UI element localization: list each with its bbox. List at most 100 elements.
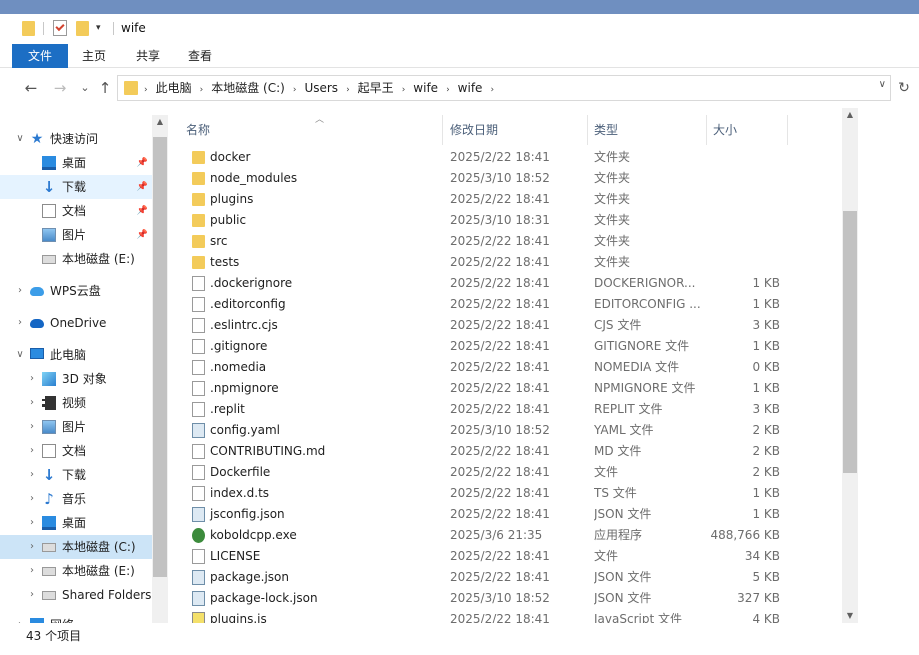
file-row[interactable]: public 2025/3/10 18:31 文件夹 xyxy=(174,210,794,231)
sidebar-item[interactable]: › 3D 对象 xyxy=(0,367,152,391)
file-row[interactable]: package.json 2025/2/22 18:41 JSON 文件 5 KB xyxy=(174,567,794,588)
file-row[interactable]: .eslintrc.cjs 2025/2/22 18:41 CJS 文件 3 KB xyxy=(174,315,794,336)
breadcrumb-item[interactable]: wife xyxy=(458,81,483,95)
back-button[interactable]: ← xyxy=(22,78,40,98)
breadcrumb-separator[interactable]: › xyxy=(402,85,406,95)
column-header-size[interactable]: 大小 xyxy=(707,115,788,145)
file-row[interactable]: plugins.js 2025/2/22 18:41 JavaScript 文件 4 … xyxy=(174,609,794,623)
chevron-right-icon[interactable]: › xyxy=(14,613,26,623)
chevron-right-icon[interactable]: › xyxy=(26,535,38,559)
file-row[interactable]: .dockerignore 2025/2/22 18:41 DOCKERIGNOR.… xyxy=(174,273,794,294)
pin-icon[interactable]: 📌 xyxy=(137,175,148,199)
address-bar[interactable]: › 此电脑 › 本地磁盘 (C:) › Users › 起早王 › wife › wife › ∨ xyxy=(117,75,891,101)
sidebar-item[interactable]: › ↓ 下载 xyxy=(0,463,152,487)
file-row[interactable]: Dockerfile 2025/2/22 18:41 文件 2 KB xyxy=(174,462,794,483)
customize-dropdown-icon[interactable]: ▾ xyxy=(96,23,101,33)
breadcrumb-separator[interactable]: › xyxy=(144,85,148,95)
file-row[interactable]: node_modules 2025/3/10 18:52 文件夹 xyxy=(174,168,794,189)
file-row[interactable]: plugins 2025/2/22 18:41 文件夹 xyxy=(174,189,794,210)
sidebar-item[interactable]: › 本地磁盘 (C:) xyxy=(0,535,152,559)
sidebar-item[interactable]: › OneDrive xyxy=(0,311,152,335)
chevron-right-icon[interactable]: › xyxy=(26,487,38,511)
sidebar-item[interactable]: ∨ ★ 快速访问 xyxy=(0,127,152,151)
sidebar-item[interactable]: › 视频 xyxy=(0,391,152,415)
file-row[interactable]: package-lock.json 2025/3/10 18:52 JSON 文件 3… xyxy=(174,588,794,609)
sidebar-item[interactable]: › 桌面 xyxy=(0,511,152,535)
sidebar-item[interactable]: 桌面 📌 xyxy=(0,151,152,175)
file-row[interactable]: .nomedia 2025/2/22 18:41 NOMEDIA 文件 0 KB xyxy=(174,357,794,378)
file-row[interactable]: .gitignore 2025/2/22 18:41 GITIGNORE 文件 1 K… xyxy=(174,336,794,357)
breadcrumb-separator[interactable]: › xyxy=(293,85,297,95)
new-folder-icon[interactable] xyxy=(76,21,89,36)
breadcrumb-item[interactable]: 本地磁盘 (C:) xyxy=(211,81,285,95)
pin-icon[interactable]: 📌 xyxy=(137,199,148,223)
file-row[interactable]: LICENSE 2025/2/22 18:41 文件 34 KB xyxy=(174,546,794,567)
sidebar-item[interactable]: › WPS云盘 xyxy=(0,279,152,303)
sidebar-item[interactable]: ∨ 此电脑 xyxy=(0,343,152,367)
folder-icon xyxy=(192,151,205,164)
breadcrumb-item[interactable]: Users xyxy=(304,81,338,95)
pin-icon[interactable]: 📌 xyxy=(137,151,148,175)
file-list-scrollbar-thumb[interactable] xyxy=(843,211,857,473)
sidebar-scrollbar-thumb[interactable] xyxy=(153,137,167,577)
file-row[interactable]: .editorconfig 2025/2/22 18:41 EDITORCONFIG… xyxy=(174,294,794,315)
chevron-right-icon[interactable]: › xyxy=(26,367,38,391)
sidebar-item[interactable]: › Shared Folders xyxy=(0,583,152,607)
sidebar-item[interactable]: 图片 📌 xyxy=(0,223,152,247)
file-row[interactable]: tests 2025/2/22 18:41 文件夹 xyxy=(174,252,794,273)
breadcrumb-separator[interactable]: › xyxy=(490,85,494,95)
file-row[interactable]: config.yaml 2025/3/10 18:52 YAML 文件 2 KB xyxy=(174,420,794,441)
chevron-right-icon[interactable]: › xyxy=(26,439,38,463)
sidebar-item[interactable]: › 网络 xyxy=(0,613,152,623)
column-header-date[interactable]: 修改日期 xyxy=(444,115,588,145)
breadcrumb-separator[interactable]: › xyxy=(346,85,350,95)
sidebar-item[interactable]: 本地磁盘 (E:) xyxy=(0,247,152,271)
file-row[interactable]: src 2025/2/22 18:41 文件夹 xyxy=(174,231,794,252)
sidebar-item[interactable]: › 本地磁盘 (E:) xyxy=(0,559,152,583)
sidebar-item[interactable]: ↓ 下载 📌 xyxy=(0,175,152,199)
file-row[interactable]: jsconfig.json 2025/2/22 18:41 JSON 文件 1 KB xyxy=(174,504,794,525)
file-row[interactable]: docker 2025/2/22 18:41 文件夹 xyxy=(174,147,794,168)
up-button[interactable]: ↑ xyxy=(96,78,114,98)
sidebar-item[interactable]: › 图片 xyxy=(0,415,152,439)
tab-view[interactable]: 查看 xyxy=(176,44,224,68)
scroll-up-arrow[interactable]: ▲ xyxy=(842,108,858,122)
breadcrumb-item[interactable]: 起早王 xyxy=(358,81,394,95)
chevron-right-icon[interactable]: › xyxy=(26,583,38,607)
chevron-right-icon[interactable]: › xyxy=(26,511,38,535)
tab-home[interactable]: 主页 xyxy=(70,44,118,68)
file-row[interactable]: .replit 2025/2/22 18:41 REPLIT 文件 3 KB xyxy=(174,399,794,420)
column-header-type[interactable]: 类型 xyxy=(588,115,707,145)
properties-icon[interactable] xyxy=(53,20,67,36)
breadcrumb-separator[interactable]: › xyxy=(446,85,450,95)
tab-file[interactable]: 文件 xyxy=(12,44,68,68)
folder-icon[interactable] xyxy=(22,21,35,36)
file-row[interactable]: index.d.ts 2025/2/22 18:41 TS 文件 1 KB xyxy=(174,483,794,504)
file-row[interactable]: koboldcpp.exe 2025/3/6 21:35 应用程序 488,766 K… xyxy=(174,525,794,546)
sidebar-item[interactable]: › ♪ 音乐 xyxy=(0,487,152,511)
sidebar-item[interactable]: › 文档 xyxy=(0,439,152,463)
chevron-down-icon[interactable]: ∨ xyxy=(14,343,26,367)
file-row[interactable]: CONTRIBUTING.md 2025/2/22 18:41 MD 文件 2 KB xyxy=(174,441,794,462)
chevron-right-icon[interactable]: › xyxy=(26,415,38,439)
breadcrumb-item[interactable]: 此电脑 xyxy=(156,81,192,95)
forward-button[interactable]: → xyxy=(51,78,69,98)
pin-icon[interactable]: 📌 xyxy=(137,223,148,247)
scroll-up-arrow[interactable]: ▲ xyxy=(152,115,168,129)
breadcrumb-separator[interactable]: › xyxy=(200,85,204,95)
chevron-right-icon[interactable]: › xyxy=(26,463,38,487)
chevron-down-icon[interactable]: ∨ xyxy=(14,127,26,151)
refresh-button[interactable]: ↻ xyxy=(893,75,915,101)
breadcrumb-item[interactable]: wife xyxy=(413,81,438,95)
tab-share[interactable]: 共享 xyxy=(124,44,172,68)
chevron-right-icon[interactable]: › xyxy=(26,391,38,415)
recent-locations-button[interactable]: ⌄ xyxy=(76,78,94,98)
chevron-down-icon[interactable]: ∨ xyxy=(879,79,886,90)
chevron-right-icon[interactable]: › xyxy=(14,311,26,335)
sidebar-item[interactable]: 文档 📌 xyxy=(0,199,152,223)
scroll-down-arrow[interactable]: ▼ xyxy=(842,609,858,623)
file-row[interactable]: .npmignore 2025/2/22 18:41 NPMIGNORE 文件 1 K… xyxy=(174,378,794,399)
chevron-right-icon[interactable]: › xyxy=(14,279,26,303)
chevron-right-icon[interactable]: › xyxy=(26,559,38,583)
column-header-name[interactable]: ︿ 名称 xyxy=(180,115,443,145)
